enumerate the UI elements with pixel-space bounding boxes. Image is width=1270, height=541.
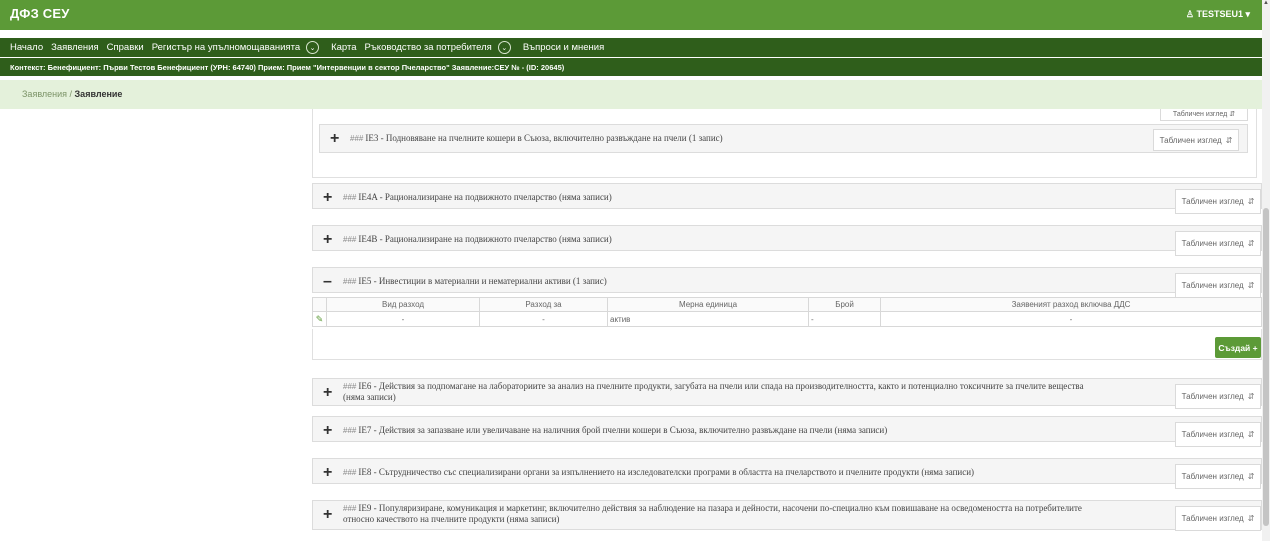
section-ie5-title: IE5 - Инвестиции в материални и нематери… (358, 276, 607, 286)
table-view-button-label: Табличен изглед ⇵ (1172, 110, 1236, 118)
expand-icon[interactable]: + (323, 507, 332, 523)
table-cell: - (880, 311, 1262, 327)
table-cell: актив (607, 311, 809, 327)
page-scrollbar[interactable]: ▲ (1262, 0, 1270, 541)
section-ie7-title: IE7 - Действия за запазване или увеличав… (358, 425, 888, 435)
section-title: ### IE9 - Популяризиране, комуникация и м… (343, 503, 1103, 524)
app-brand[interactable]: ДФЗ СЕУ (10, 6, 70, 21)
page: ДФЗ СЕУ ♙ TESTSEU1 ▾ Начало Заявления Сп… (0, 0, 1270, 541)
expand-icon[interactable]: + (323, 232, 332, 248)
table-header: Брой (808, 297, 881, 312)
table-view-button[interactable]: Табличен изглед ⇵ (1175, 231, 1261, 256)
scroll-up-icon[interactable]: ▲ (1263, 0, 1269, 6)
table-view-button[interactable]: Табличен изглед ⇵ (1175, 464, 1261, 489)
table-view-button-label: Табличен изглед (1181, 239, 1244, 248)
expand-icon[interactable]: + (323, 423, 332, 439)
table-header: Заявеният разход включва ДДС (880, 297, 1262, 312)
collapse-icon[interactable]: – (323, 274, 332, 290)
table-header-row: Вид разход Разход за Мерна единица Брой … (312, 297, 1262, 312)
hash-icon: ### (343, 382, 357, 391)
table-view-button-label: Табличен изглед (1181, 197, 1244, 206)
expand-icon[interactable]: + (323, 385, 332, 401)
table-header-edit (312, 297, 327, 312)
ie5-actions: Създай + (312, 329, 1262, 360)
section-ie5[interactable]: – ### IE5 - Инвестиции в материални и нем… (312, 267, 1262, 298)
nav-home[interactable]: Начало (10, 42, 43, 53)
table-view-button-label: Табличен изглед (1181, 281, 1244, 290)
section-title: ### IE7 - Действия за запазване или увели… (343, 425, 887, 435)
table-cell: - (808, 311, 881, 327)
section-title: ### IE4A - Рационализиране на подвижното … (343, 192, 612, 202)
section-title: ### IE5 - Инвестиции в материални и немат… (343, 276, 607, 286)
hash-icon: ### (343, 426, 357, 435)
section-ie9[interactable]: + ### IE9 - Популяризиране, комуникация и… (312, 500, 1262, 531)
table-row: ✎ - - актив - - (312, 311, 1262, 327)
table-view-button-label: Табличен изглед (1181, 514, 1244, 523)
table-view-button-label: Табличен изглед (1181, 430, 1244, 439)
edit-icon[interactable]: ✎ (312, 311, 327, 327)
breadcrumb-applications[interactable]: Заявления (22, 89, 67, 99)
nav-applications[interactable]: Заявления (51, 42, 99, 53)
table-cell: - (326, 311, 480, 327)
table-view-icon: ⇵ (1247, 281, 1255, 290)
table-view-button[interactable]: Табличен изглед ⇵ (1160, 107, 1248, 121)
section-title: ### IE3 - Подновяване на пчелните кошери … (350, 133, 723, 143)
nav-authorizations-register[interactable]: Регистър на упълномощаванията (152, 42, 300, 53)
breadcrumb-separator: / (67, 89, 75, 99)
table-view-button[interactable]: Табличен изглед ⇵ (1175, 273, 1261, 298)
table-view-icon: ⇵ (1247, 392, 1255, 401)
table-header: Мерна единица (607, 297, 809, 312)
table-header: Разход за (479, 297, 608, 312)
table-view-icon: ⇵ (1247, 472, 1255, 481)
hash-icon: ### (350, 134, 364, 143)
hash-icon: ### (343, 193, 357, 202)
section-title: ### IE8 - Сътрудничество със специализира… (343, 467, 974, 477)
section-ie4a[interactable]: + ### IE4A - Рационализиране на подвижнот… (312, 183, 1262, 214)
section-ie9-title: IE9 - Популяризиране, комуникация и марк… (343, 503, 1082, 524)
table-view-icon: ⇵ (1247, 514, 1255, 523)
section-ie8-title: IE8 - Сътрудничество със специализирани … (358, 467, 975, 477)
section-ie4b[interactable]: + ### IE4B - Рационализиране на подвижнот… (312, 225, 1262, 256)
ie5-table: Вид разход Разход за Мерна единица Брой … (312, 297, 1262, 327)
section-ie3-title: IE3 - Подновяване на пчелните кошери в С… (365, 133, 723, 143)
table-view-button[interactable]: Табличен изглед ⇵ (1175, 422, 1261, 447)
breadcrumb: Заявления / Заявление (0, 80, 1262, 109)
table-view-button[interactable]: Табличен изглед ⇵ (1175, 506, 1261, 531)
section-ie6-title: IE6 - Действия за подпомагане на лаборат… (343, 381, 1084, 402)
table-view-button-label: Табличен изглед (1181, 392, 1244, 401)
section-ie4a-title: IE4A - Рационализиране на подвижното пче… (358, 192, 612, 202)
section-ie4b-title: IE4B - Рационализиране на подвижното пче… (358, 234, 612, 244)
table-view-button[interactable]: Табличен изглед ⇵ (1175, 189, 1261, 214)
table-view-button-label: Табличен изглед (1159, 135, 1222, 145)
create-button[interactable]: Създай + (1215, 337, 1261, 358)
section-ie7[interactable]: + ### IE7 - Действия за запазване или уве… (312, 416, 1262, 447)
table-view-icon: ⇵ (1247, 239, 1255, 248)
section-title: ### IE6 - Действия за подпомагане на лабо… (343, 381, 1103, 402)
expand-icon[interactable]: + (330, 131, 339, 147)
nav-reports[interactable]: Справки (107, 42, 144, 53)
scrollbar-thumb[interactable] (1263, 208, 1269, 526)
expand-icon[interactable]: + (323, 465, 332, 481)
table-view-button[interactable]: Табличен изглед ⇵ (1153, 129, 1239, 151)
table-view-icon: ⇵ (1247, 197, 1255, 206)
hash-icon: ### (343, 235, 357, 244)
hash-icon: ### (343, 277, 357, 286)
breadcrumb-current: Заявление (74, 89, 123, 99)
table-view-icon: ⇵ (1225, 135, 1233, 145)
table-view-button-label: Табличен изглед (1181, 472, 1244, 481)
section-ie6[interactable]: + ### IE6 - Действия за подпомагане на ла… (312, 378, 1262, 409)
section-ie3[interactable]: + ### IE3 - Подновяване на пчелните кошер… (319, 124, 1248, 153)
section-title: ### IE4B - Рационализиране на подвижното … (343, 234, 612, 244)
table-view-button[interactable]: Табличен изглед ⇵ (1175, 384, 1261, 409)
table-view-icon: ⇵ (1247, 430, 1255, 439)
table-header: Вид разход (326, 297, 480, 312)
expand-icon[interactable]: + (323, 190, 332, 206)
table-cell: - (479, 311, 608, 327)
hash-icon: ### (343, 504, 357, 513)
section-ie8[interactable]: + ### IE8 - Сътрудничество със специализи… (312, 458, 1262, 489)
hash-icon: ### (343, 468, 357, 477)
